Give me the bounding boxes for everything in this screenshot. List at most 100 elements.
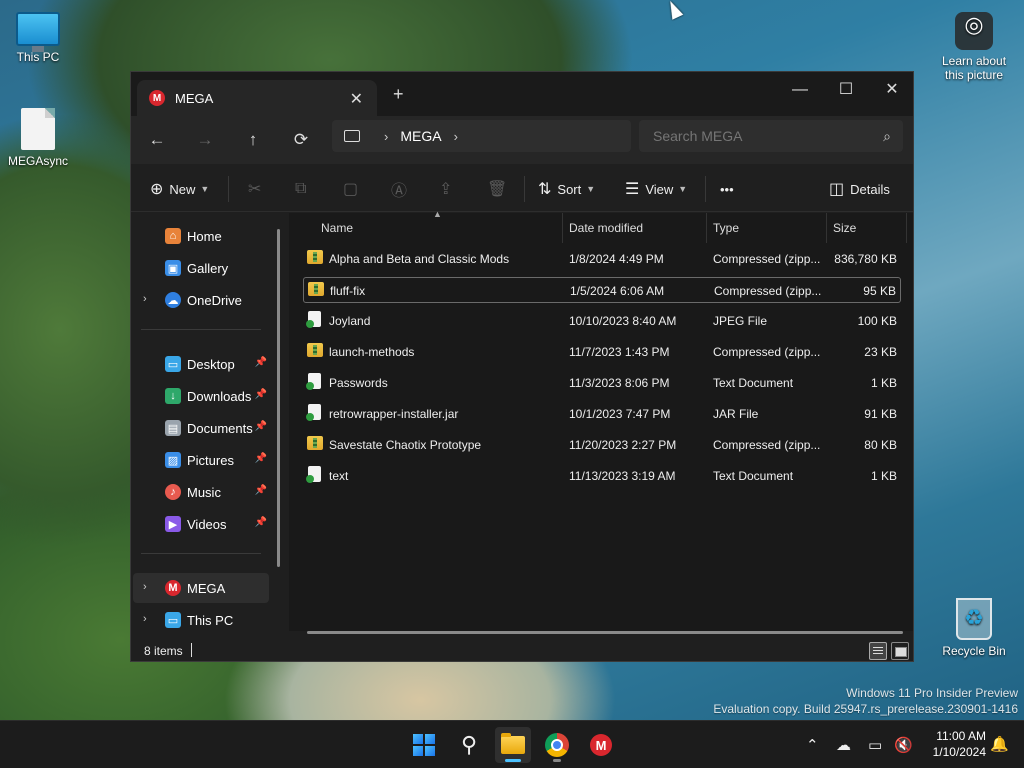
view-list-icon: ☰ (625, 181, 640, 198)
music-icon: ♪ (165, 484, 181, 500)
pin-icon[interactable]: 📌 (255, 421, 267, 432)
clock-time: 11:00 AM (936, 729, 986, 743)
chevron-down-icon: ▼ (586, 184, 596, 194)
desktop-icon-label: MEGAsync (7, 154, 68, 168)
sidebar-item-mega[interactable]: › M MEGA (133, 573, 269, 603)
zip-folder-icon (307, 436, 323, 450)
sidebar-item-label: Home (187, 228, 222, 244)
copy-button[interactable]: ⧉ (295, 178, 312, 200)
tray-chevron-icon[interactable]: ⌃ (806, 721, 819, 768)
paste-button[interactable]: ▢ (343, 178, 364, 200)
file-name: Joyland (329, 314, 371, 328)
more-options-button[interactable]: ••• (720, 178, 734, 200)
table-row[interactable]: Savestate Chaotix Prototype 11/20/2023 2… (303, 432, 901, 458)
pin-icon[interactable]: 📌 (255, 389, 267, 400)
mega-app[interactable]: M (583, 727, 619, 763)
sidebar-item-label: Documents (187, 420, 253, 436)
chrome-app[interactable] (539, 727, 575, 763)
close-button[interactable]: ✕ (869, 76, 913, 104)
details-label: Details (850, 181, 890, 197)
desktop-icon-label: This PC (16, 50, 60, 64)
new-tab-button[interactable]: + (393, 84, 404, 105)
file-size: 836,780 KB (834, 252, 897, 266)
column-header-date-modified[interactable]: Date modified (563, 213, 707, 243)
table-row[interactable]: text 11/13/2023 3:19 AM Text Document 1 … (303, 463, 901, 489)
sidebar-item-pictures[interactable]: ▨ Pictures 📌 (133, 445, 269, 475)
start-button[interactable] (406, 727, 442, 763)
minimize-button[interactable]: — (777, 76, 823, 104)
file-explorer-window: M MEGA ✕ + — ☐ ✕ ← → ↑ ⟳ › MEGA › ⌕ ⊕ Ne… (130, 71, 914, 662)
expand-chevron-icon[interactable]: › (143, 581, 147, 593)
details-pane-button[interactable]: ◫ Details (829, 178, 890, 200)
sidebar-item-music[interactable]: ♪ Music 📌 (133, 477, 269, 507)
horizontal-scrollbar[interactable] (307, 631, 903, 634)
sidebar-item-documents[interactable]: ▤ Documents 📌 (133, 413, 269, 443)
tiles-view-button[interactable] (891, 642, 909, 660)
new-button[interactable]: ⊕ New ▼ (150, 178, 209, 200)
file-type: Compressed (zipp... (713, 252, 821, 266)
sidebar-item-downloads[interactable]: ↓ Downloads 📌 (133, 381, 269, 411)
search-button[interactable]: ⚲ (451, 727, 487, 763)
title-bar[interactable]: M MEGA ✕ + — ☐ ✕ (131, 72, 913, 116)
notification-bell-icon[interactable]: 🔔 (990, 735, 1009, 753)
table-row[interactable]: launch-methods 11/7/2023 1:43 PM Compres… (303, 339, 901, 365)
up-button[interactable]: ↑ (238, 126, 268, 154)
pin-icon[interactable]: 📌 (255, 453, 267, 464)
forward-button[interactable]: → (190, 126, 220, 154)
table-row[interactable]: Joyland 10/10/2023 8:40 AM JPEG File 100… (303, 308, 901, 334)
sidebar-item-desktop[interactable]: ▭ Desktop 📌 (133, 349, 269, 379)
rename-button[interactable]: Ⓐ (391, 178, 413, 200)
volume-muted-icon[interactable]: 🔇 (894, 721, 913, 768)
cloud-offline-icon[interactable]: ☁ (836, 721, 851, 768)
pin-icon[interactable]: 📌 (255, 357, 267, 368)
search-input[interactable] (639, 120, 903, 152)
mega-icon: M (165, 580, 181, 596)
clock[interactable]: 11:00 AM 1/10/2024 (924, 728, 986, 760)
view-button[interactable]: ☰ View ▼ (625, 178, 687, 200)
close-tab-icon[interactable]: ✕ (350, 89, 363, 109)
table-row[interactable]: Passwords 11/3/2023 8:06 PM Text Documen… (303, 370, 901, 396)
sort-button[interactable]: ⇅ Sort ▼ (538, 178, 595, 200)
sidebar-item-this-pc[interactable]: › ▭ This PC (133, 605, 269, 635)
expand-chevron-icon[interactable]: › (143, 293, 147, 305)
sidebar-item-home[interactable]: ⌂ Home (133, 221, 269, 251)
sidebar-item-onedrive[interactable]: › ☁ OneDrive (133, 285, 269, 315)
address-bar[interactable]: › MEGA › (332, 120, 631, 152)
table-row[interactable]: retrowrapper-installer.jar 10/1/2023 7:4… (303, 401, 901, 427)
expand-chevron-icon[interactable]: › (143, 613, 147, 625)
sidebar-item-videos[interactable]: ▶ Videos 📌 (133, 509, 269, 539)
desktop-icon-this-pc[interactable]: This PC (0, 12, 76, 64)
search-icon[interactable]: ⌕ (883, 128, 891, 145)
file-explorer-app[interactable] (495, 727, 531, 763)
file-date: 11/13/2023 3:19 AM (569, 469, 676, 483)
breadcrumb-chevron[interactable]: › (384, 129, 388, 144)
network-icon[interactable]: ▭ (868, 721, 882, 768)
cut-button[interactable]: ✂ (248, 178, 267, 200)
file-type: JAR File (713, 407, 759, 421)
home-icon: ⌂ (165, 228, 181, 244)
desktop-icon-learn-about-picture[interactable]: ◎ Learn about this picture (936, 12, 1012, 82)
column-header-type[interactable]: Type (707, 213, 827, 243)
breadcrumb-chevron[interactable]: › (454, 129, 458, 144)
table-row[interactable]: Alpha and Beta and Classic Mods 1/8/2024… (303, 246, 901, 272)
file-size: 1 KB (870, 376, 897, 390)
refresh-button[interactable]: ⟳ (286, 126, 316, 154)
pin-icon[interactable]: 📌 (255, 517, 267, 528)
sidebar-item-gallery[interactable]: ▣ Gallery (133, 253, 269, 283)
tab-mega[interactable]: M MEGA ✕ (137, 80, 377, 116)
desktop-icon-megasync[interactable]: MEGAsync (0, 108, 76, 168)
maximize-button[interactable]: ☐ (823, 76, 869, 104)
pin-icon[interactable]: 📌 (255, 485, 267, 496)
back-button[interactable]: ← (142, 126, 172, 154)
share-button[interactable]: ⇪ (439, 178, 458, 200)
zip-folder-icon (308, 282, 324, 296)
delete-button[interactable]: 🗑 (487, 178, 513, 200)
column-header-size[interactable]: Size (827, 213, 907, 243)
desktop-icon-recycle-bin[interactable]: ♻ Recycle Bin (936, 598, 1012, 658)
table-row[interactable]: fluff-fix 1/5/2024 6:06 AM Compressed (z… (303, 277, 901, 303)
column-header-name[interactable]: Name (315, 213, 563, 243)
desktop-icon: ▭ (165, 356, 181, 372)
details-view-button[interactable] (869, 642, 887, 660)
breadcrumb-mega[interactable]: MEGA (400, 128, 441, 144)
sidebar-scrollbar[interactable] (277, 229, 280, 567)
